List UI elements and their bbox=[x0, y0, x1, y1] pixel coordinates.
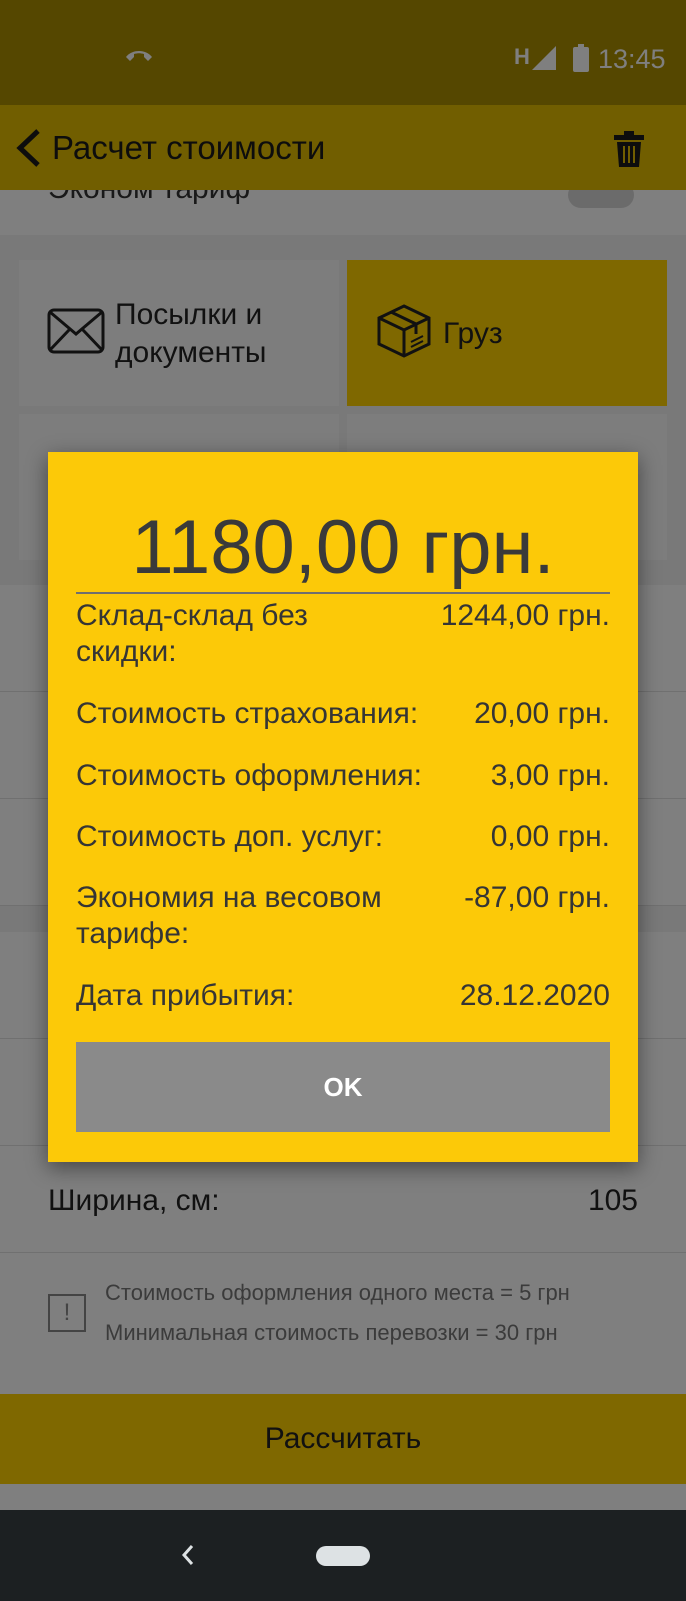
insurance-label: Стоимость страхования: bbox=[76, 697, 419, 730]
row-label-line1: Склад-склад без bbox=[76, 599, 308, 632]
extra-services-label: Стоимость доп. услуг: bbox=[76, 820, 384, 853]
arrival-date-value: 28.12.2020 bbox=[459, 979, 610, 1012]
registration-value: 3,00 грн. bbox=[490, 759, 610, 792]
system-nav-bar bbox=[0, 1510, 686, 1601]
extra-services-value: 0,00 грн. bbox=[490, 820, 610, 853]
row-label-line2: тарифе: bbox=[76, 917, 190, 950]
divider bbox=[76, 592, 610, 594]
calculator-screen: H 13:45 Расчет стоимости Эконом тариф По… bbox=[0, 0, 686, 1601]
arrival-date-label: Дата прибытия: bbox=[76, 979, 295, 1012]
registration-label: Стоимость оформления: bbox=[76, 759, 422, 792]
result-dialog: 1180,00 грн. Склад-склад без скидки: 124… bbox=[48, 452, 638, 1162]
row-label-line2: скидки: bbox=[76, 635, 177, 668]
insurance-value: 20,00 грн. bbox=[474, 697, 610, 730]
nav-back-icon[interactable] bbox=[178, 1540, 198, 1575]
nav-home-pill[interactable] bbox=[316, 1546, 370, 1566]
total-cost: 1180,00 грн. bbox=[131, 505, 555, 590]
ok-button[interactable]: OK bbox=[76, 1042, 610, 1132]
row-label-line1: Экономия на весовом bbox=[76, 881, 382, 914]
weight-savings-value: -87,00 грн. bbox=[464, 881, 610, 914]
warehouse-cost-value: 1244,00 грн. bbox=[440, 599, 610, 632]
